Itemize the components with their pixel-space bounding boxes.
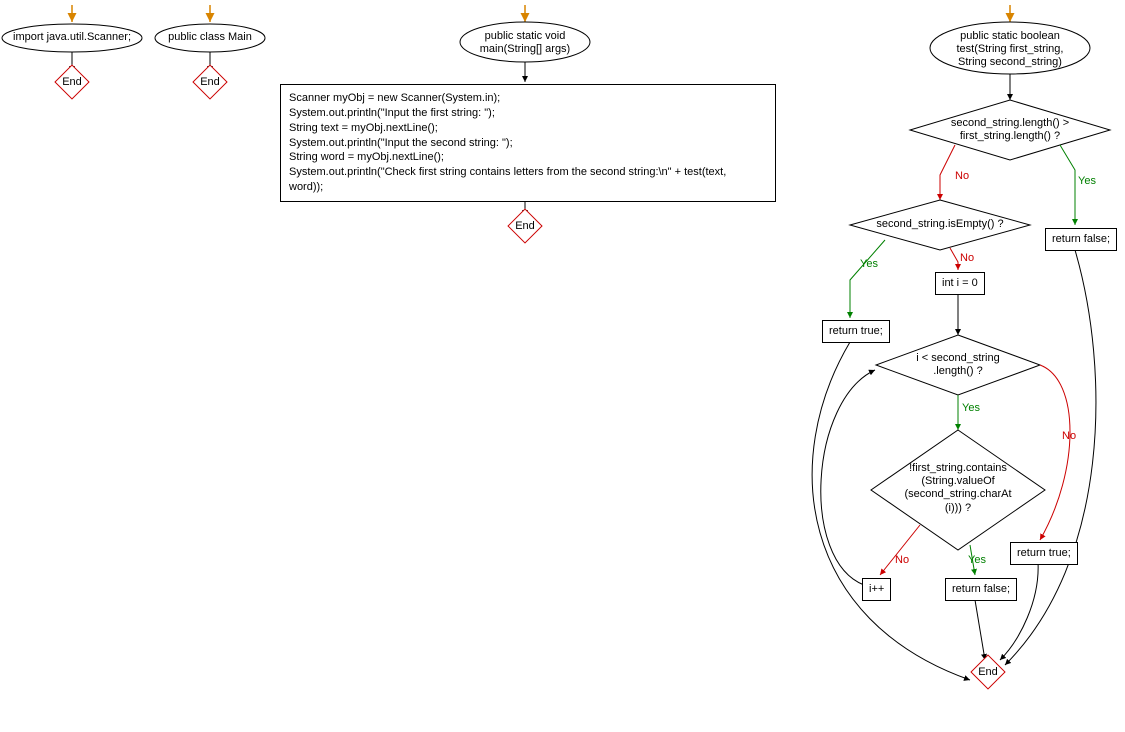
edge-empty-no: No [960, 252, 974, 264]
edge-empty-yes: Yes [860, 258, 878, 270]
node-return-false-1: return false; [1045, 228, 1117, 251]
node-cond-loop: i < second_string .length() ? [900, 352, 1016, 378]
node-end-2: End [200, 76, 220, 88]
node-end-1: End [62, 76, 82, 88]
edge-contains-no: No [895, 554, 909, 566]
node-end-4: End [978, 666, 998, 678]
node-return-false-2: return false; [945, 578, 1017, 601]
edge-len-no: No [955, 170, 969, 182]
node-return-true-2: return true; [1010, 542, 1078, 565]
node-init-i: int i = 0 [935, 272, 985, 295]
node-main-body: Scanner myObj = new Scanner(System.in); … [280, 84, 776, 202]
node-inc-i: i++ [862, 578, 891, 601]
edge-len-yes: Yes [1078, 175, 1096, 187]
node-import: import java.util.Scanner; [8, 31, 136, 44]
edge-loop-yes: Yes [962, 402, 980, 414]
node-cond-contains: !first_string.contains (String.valueOf (… [898, 462, 1018, 515]
node-main-sig: public static void main(String[] args) [468, 30, 582, 56]
node-end-3: End [515, 220, 535, 232]
node-return-true-1: return true; [822, 320, 890, 343]
node-test-sig: public static boolean test(String first_… [940, 30, 1080, 70]
node-class: public class Main [160, 31, 260, 44]
node-cond-empty: second_string.isEmpty() ? [870, 218, 1010, 231]
node-cond-len: second_string.length() > first_string.le… [930, 117, 1090, 143]
edge-loop-no: No [1062, 430, 1076, 442]
main-body-text: Scanner myObj = new Scanner(System.in); … [289, 92, 726, 193]
edge-contains-yes: Yes [968, 554, 986, 566]
